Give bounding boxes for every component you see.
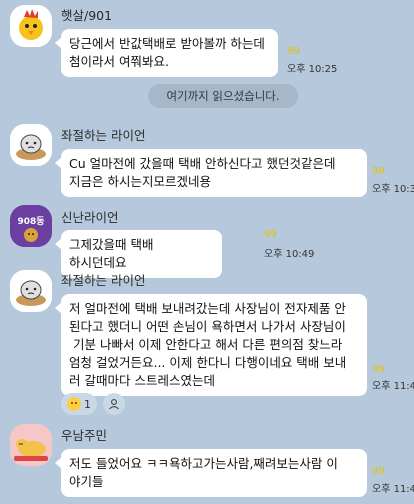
message-bubble[interactable]: Cu 얼마전에 갔을때 택배 안하신다고 했던것같은데 지금은 하시는지모르겠네… xyxy=(55,149,367,197)
reaction-chip[interactable]: 1 xyxy=(61,393,97,415)
reaction-bar: 1 xyxy=(61,393,125,415)
lion-avatar-icon[interactable] xyxy=(10,270,52,312)
message-bubble[interactable]: 저 얼마전에 택배 보내려갔는데 사장님이 전자제품 안 된다고 했더니 어떤 … xyxy=(55,294,367,396)
sender-name: 좌절하는 라이언 xyxy=(61,273,146,288)
unread-count: 99 xyxy=(372,466,385,477)
sender-name: 햇살/901 xyxy=(61,8,113,23)
message-bubble[interactable]: 저도 들었어요 ㅋㅋ욕하고가는사람,째려보는사람 이 야기들 xyxy=(55,449,367,497)
chick-avatar-icon[interactable] xyxy=(10,5,52,47)
chat-room: { "messages": [ { "sender": "햇살/901", "a… xyxy=(0,0,414,504)
sleeping-dog-avatar-icon[interactable] xyxy=(10,424,52,466)
message-time: 오후 11:4 xyxy=(372,381,414,392)
avatar-badge: 908동 xyxy=(17,217,45,227)
unread-count: 99 xyxy=(264,229,277,240)
unread-count: 99 xyxy=(287,46,300,57)
lion-avatar-icon[interactable] xyxy=(10,124,52,166)
sender-name: 신난라이언 xyxy=(61,210,119,225)
message-time: 오후 10:49 xyxy=(264,249,315,260)
message-bubble[interactable]: 당근에서 반값택배로 받아볼까 하는데 첨이라서 여쭤봐요. xyxy=(55,29,278,77)
crying-face-icon xyxy=(67,397,81,411)
unread-count: 99 xyxy=(372,364,385,375)
reaction-count: 1 xyxy=(84,397,91,411)
person-icon[interactable] xyxy=(103,393,125,415)
unread-count: 99 xyxy=(372,166,385,177)
message-time: 오후 11:4 xyxy=(372,484,414,495)
sender-name: 좌절하는 라이언 xyxy=(61,128,146,143)
sender-name: 우남주민 xyxy=(61,428,108,443)
message-time: 오후 10:25 xyxy=(287,64,338,75)
read-divider: 여기까지 읽으셨습니다. xyxy=(148,84,298,108)
message-time: 오후 10:3 xyxy=(372,184,414,195)
